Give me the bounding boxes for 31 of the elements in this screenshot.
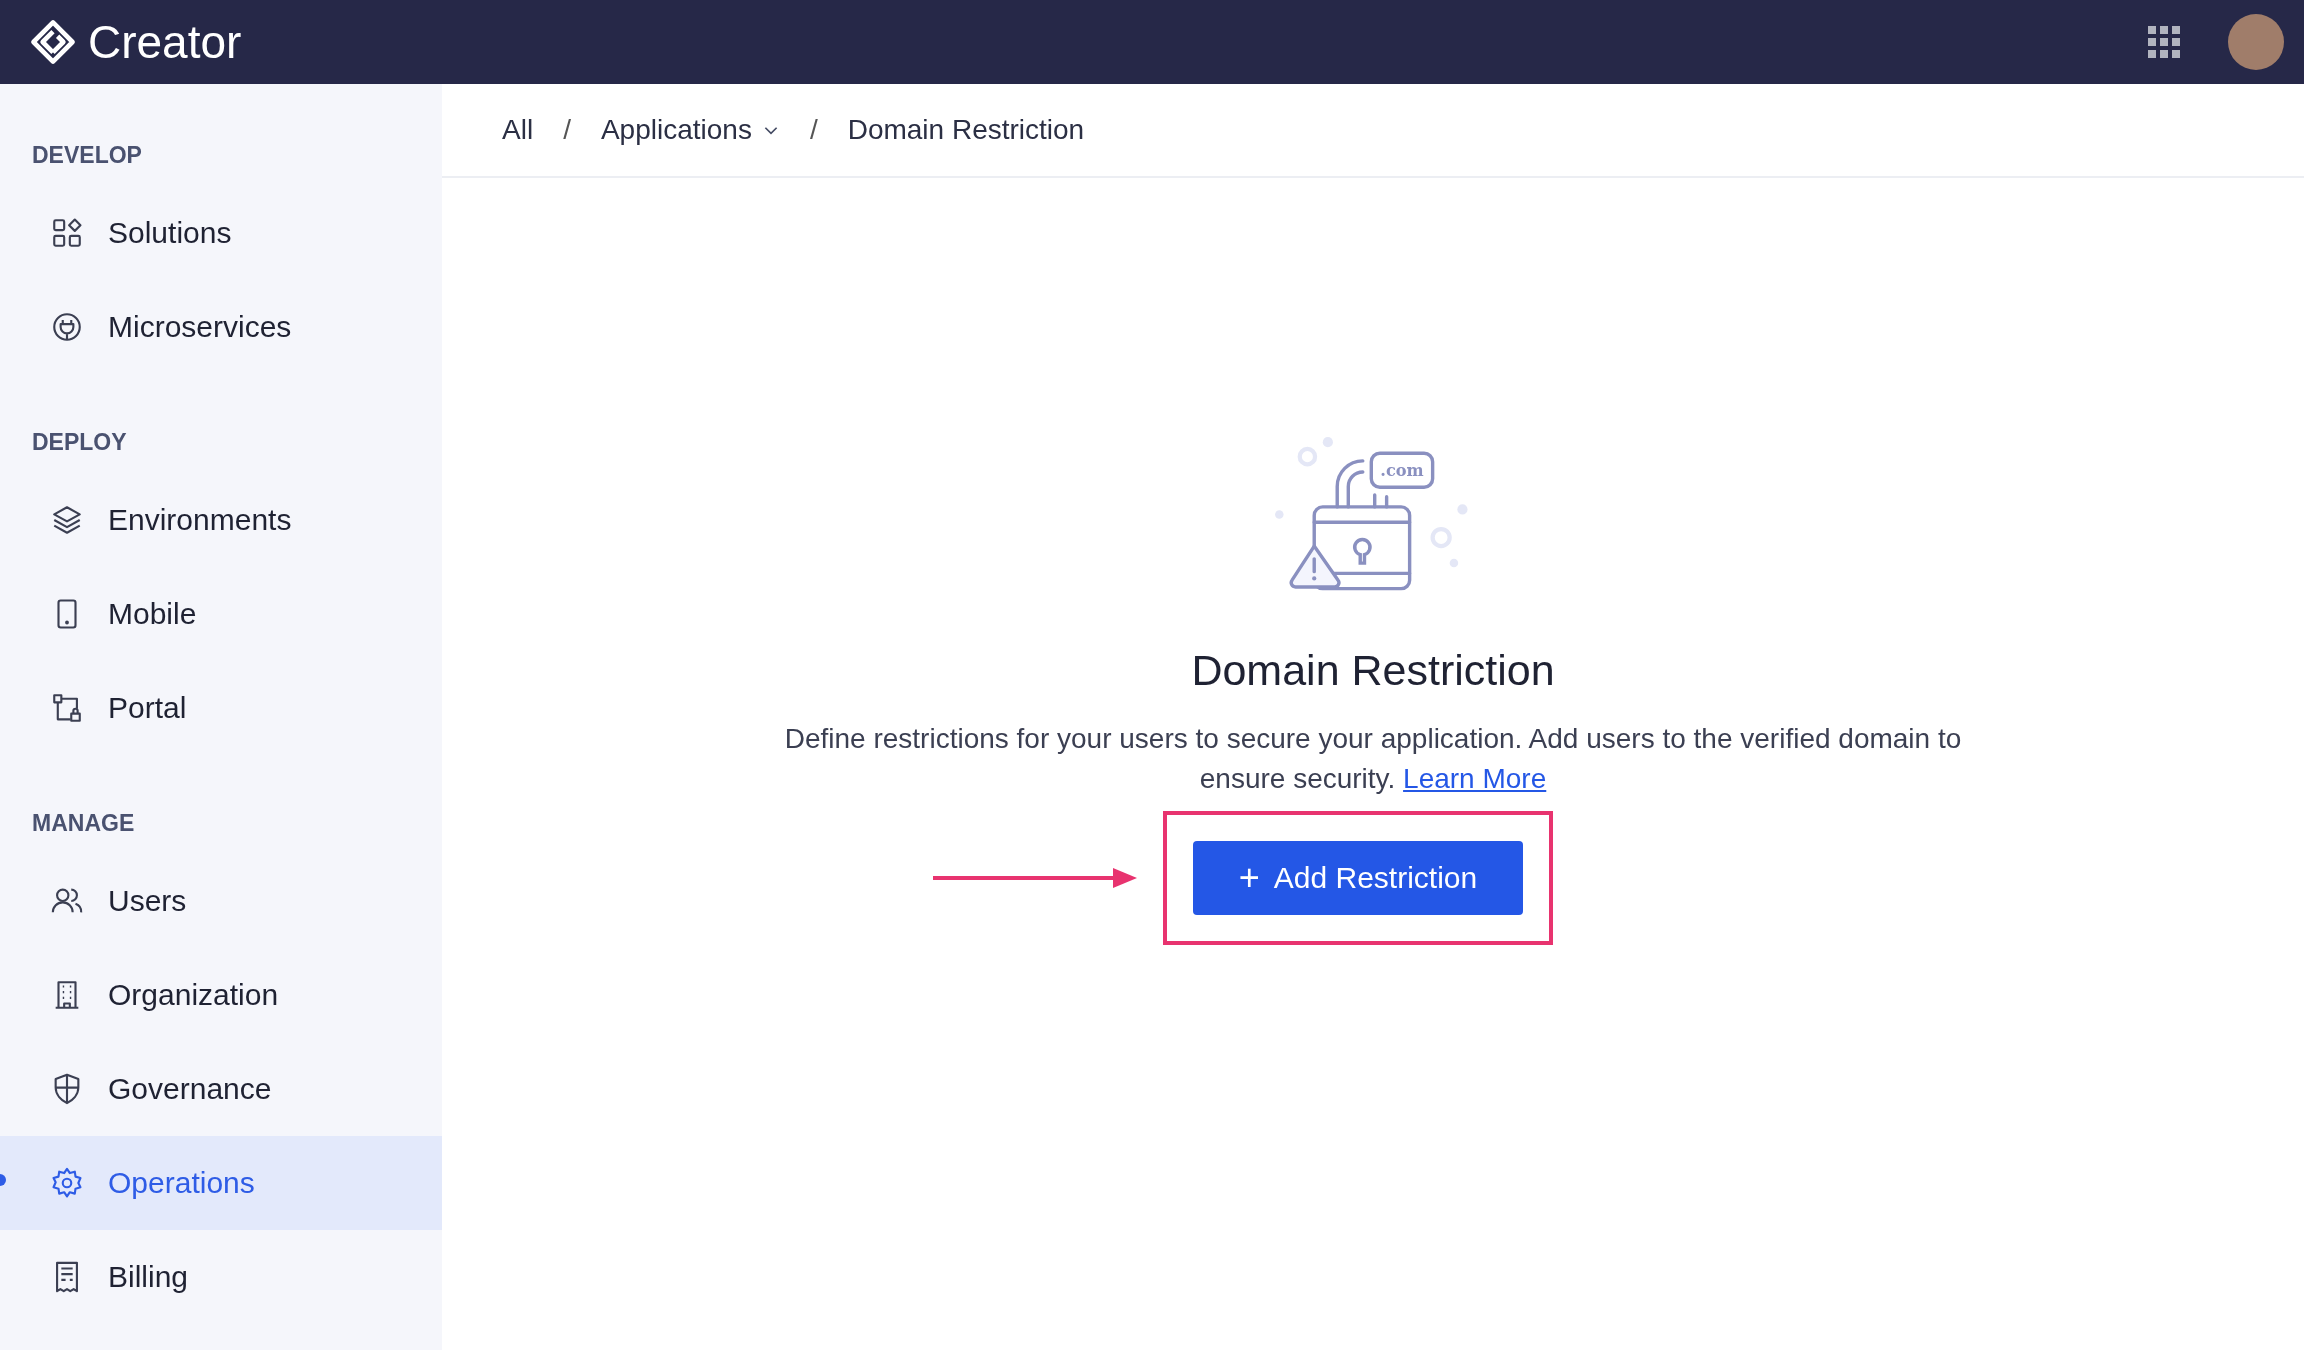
section-heading: DEPLOY: [31, 428, 128, 457]
sidebar-item[interactable]: Governance: [0, 1042, 442, 1136]
breadcrumb-link[interactable]: Applications: [600, 114, 780, 146]
sidebar-item[interactable]: Billing: [0, 1230, 442, 1324]
sidebar-item[interactable]: Mobile: [0, 567, 442, 661]
domain-label: .com: [1380, 461, 1424, 481]
add-restriction-button[interactable]: + Add Restriction: [1192, 841, 1524, 915]
plug-icon: [50, 310, 84, 344]
sidebar-item[interactable]: Microservices: [0, 280, 442, 374]
sidebar-item[interactable]: Environments: [0, 473, 442, 567]
learn-more-link[interactable]: Learn More: [1403, 763, 1547, 794]
section-heading: MANAGE: [31, 809, 136, 838]
solutions-icon: [50, 216, 84, 250]
sidebar-item[interactable]: Operations: [0, 1136, 442, 1230]
portal-icon: [50, 691, 84, 725]
app-grid-icon[interactable]: [2148, 26, 2180, 58]
diamond-logo-icon: [30, 19, 76, 65]
sidebar-item[interactable]: Solutions: [0, 186, 442, 280]
breadcrumb-separator: /: [563, 114, 571, 146]
breadcrumb-separator: /: [809, 114, 818, 146]
app-name: Creator: [88, 15, 242, 69]
sidebar-item[interactable]: Organization: [0, 948, 442, 1042]
sidebar-item[interactable]: Users: [0, 854, 442, 948]
empty-state-description: Define restrictions for your users to secure your application. Add users to the verified domain to ensure security. Learn More: [783, 722, 1963, 796]
layers-icon: [50, 503, 84, 537]
avatar[interactable]: [2228, 14, 2284, 70]
breadcrumb-link[interactable]: All: [502, 114, 534, 146]
section-heading: DEVELOP: [31, 141, 143, 170]
empty-state-title: Domain Restriction: [1191, 646, 1555, 695]
gear-icon: [50, 1166, 84, 1200]
sidebar-item[interactable]: Portal: [0, 661, 442, 755]
